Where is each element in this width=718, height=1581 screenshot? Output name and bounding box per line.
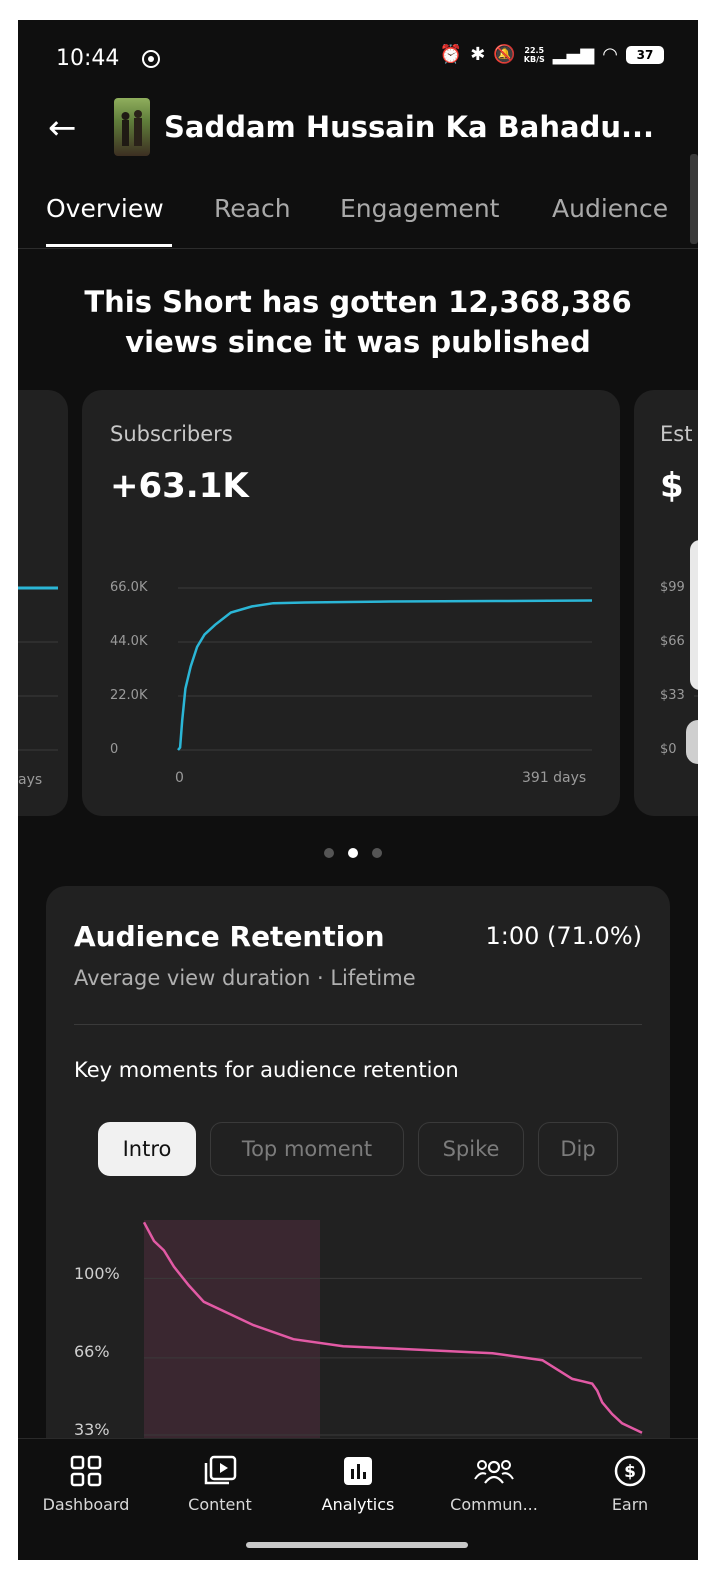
status-time: 10:44 <box>56 46 120 71</box>
status-bar: 10:44 ⏰ ✱ 🔕 22.5 KB/S ▂▄▆ ◠ 37 <box>18 20 698 90</box>
nav-analytics[interactable]: Analytics <box>298 1453 418 1514</box>
screen: 10:44 ⏰ ✱ 🔕 22.5 KB/S ▂▄▆ ◠ 37 ← Saddam H… <box>18 20 698 1560</box>
intro-highlight <box>144 1220 320 1442</box>
carousel-dot-3[interactable] <box>372 848 382 858</box>
home-indicator[interactable] <box>246 1542 468 1548</box>
battery-icon: 37 <box>626 45 664 64</box>
tab-scroll-hint <box>690 154 698 244</box>
earn-icon: $ <box>570 1453 690 1489</box>
floating-handle[interactable] <box>686 720 698 764</box>
nav-dashboard-label: Dashboard <box>42 1495 130 1514</box>
network-speed: 22.5 KB/S <box>523 45 545 64</box>
nav-dashboard[interactable]: Dashboard <box>26 1453 146 1514</box>
nav-community-label: Commun... <box>450 1495 538 1514</box>
wifi-icon: ◠ <box>602 44 618 65</box>
rev-y-tick-99: $99 <box>660 580 685 595</box>
tab-engagement[interactable]: Engagement <box>340 194 499 223</box>
metric-card-views[interactable]: ays <box>18 390 68 816</box>
thumbnail-figures <box>121 110 142 146</box>
tab-reach[interactable]: Reach <box>214 194 291 223</box>
carousel-dots <box>324 848 382 858</box>
content-icon <box>160 1453 280 1489</box>
nav-earn[interactable]: $ Earn <box>570 1453 690 1514</box>
views-mini-chart <box>18 586 58 751</box>
sub-y-tick-22k: 22.0K <box>110 688 148 703</box>
nav-content-label: Content <box>188 1495 252 1514</box>
rev-y-tick-0: $0 <box>660 742 677 757</box>
dashboard-icon <box>26 1453 146 1489</box>
views-headline: This Short has gotten 12,368,386 views s… <box>84 285 632 359</box>
nav-community[interactable]: Commun... <box>434 1453 554 1514</box>
rev-y-tick-66: $66 <box>660 634 685 649</box>
svg-text:$: $ <box>624 1462 636 1482</box>
ret-y-tick-100: 100% <box>74 1264 120 1283</box>
analytics-icon <box>298 1453 418 1489</box>
nav-analytics-label: Analytics <box>321 1495 395 1514</box>
sub-y-tick-0: 0 <box>110 742 119 757</box>
community-icon <box>434 1453 554 1489</box>
sub-x-tick-start: 0 <box>175 770 184 786</box>
sub-x-tick-end: 391 days <box>522 770 587 786</box>
tab-indicator <box>46 244 172 247</box>
alarm-icon: ⏰ <box>439 44 463 65</box>
video-title: Saddam Hussain Ka Bahadu... <box>164 110 655 144</box>
bluetooth-icon: ✱ <box>470 44 486 65</box>
subscribers-line <box>177 599 593 751</box>
carousel-dot-1[interactable] <box>324 848 334 858</box>
nav-earn-label: Earn <box>611 1495 649 1514</box>
ret-y-tick-66: 66% <box>74 1342 110 1361</box>
tab-overview[interactable]: Overview <box>46 194 164 223</box>
tab-audience[interactable]: Audience <box>552 194 668 223</box>
tab-bar: Overview Reach Engagement Audience <box>18 180 698 249</box>
floating-side-panel[interactable] <box>690 540 698 690</box>
metric-card-subscribers[interactable]: Subscribers +63.1K 66.0K 44.0K 22.0K 0 0… <box>82 390 620 816</box>
signal-icon: ▂▄▆ <box>552 44 595 65</box>
ret-y-tick-33: 33% <box>74 1420 110 1439</box>
mute-icon: 🔕 <box>493 44 516 65</box>
rev-y-tick-33: $33 <box>660 688 685 703</box>
status-icons: ⏰ ✱ 🔕 22.5 KB/S ▂▄▆ ◠ 37 <box>440 44 664 65</box>
nav-content[interactable]: Content <box>160 1453 280 1514</box>
subscribers-chart <box>177 587 593 751</box>
sub-y-tick-66k: 66.0K <box>110 580 148 595</box>
back-arrow-icon[interactable]: ← <box>48 108 77 148</box>
sub-y-tick-44k: 44.0K <box>110 634 148 649</box>
views-x-tick: ays <box>18 772 43 788</box>
app-header: ← Saddam Hussain Ka Bahadu... <box>18 98 698 168</box>
carousel-dot-2[interactable] <box>348 848 358 858</box>
video-thumbnail <box>114 98 150 156</box>
screen-record-icon <box>142 50 160 68</box>
